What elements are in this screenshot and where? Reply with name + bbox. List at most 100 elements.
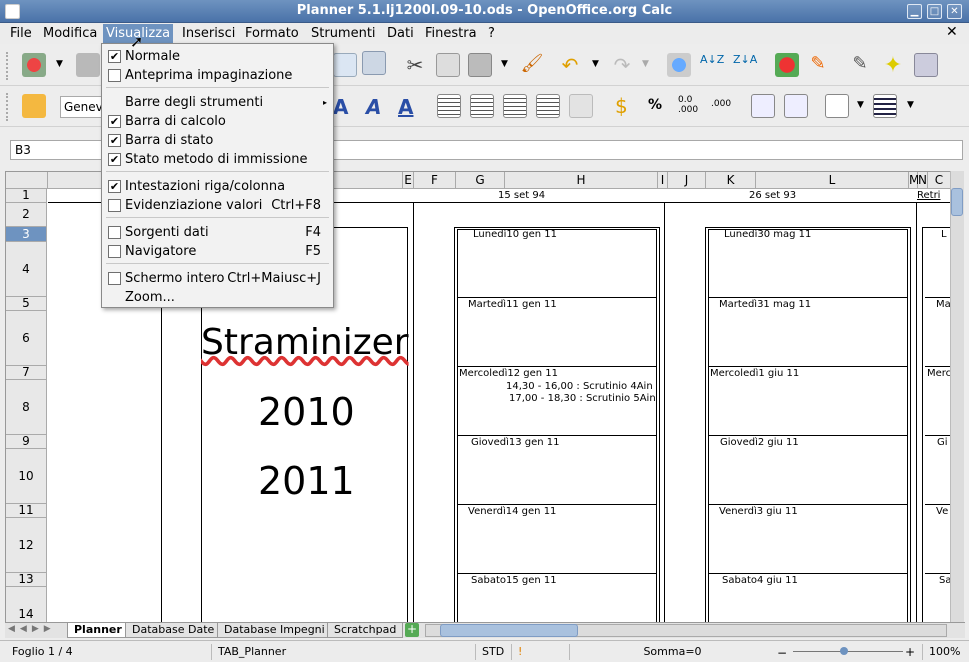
zoom-out-icon[interactable]: − — [777, 646, 787, 660]
status-zoom[interactable]: 100% — [922, 644, 968, 660]
row-header[interactable]: 1 — [6, 189, 47, 203]
row-header[interactable]: 8 — [6, 380, 47, 435]
chevron-down-icon[interactable]: ▼ — [592, 59, 599, 69]
line-style-icon[interactable] — [873, 94, 897, 118]
align-left-icon[interactable] — [437, 94, 461, 118]
tab-nav-arrows-icon[interactable]: ◀◀▶▶ — [8, 624, 56, 634]
sort-ascending-icon[interactable]: A↓Z — [700, 53, 724, 77]
open-folder-icon[interactable] — [76, 53, 100, 77]
italic-a-icon[interactable]: A — [366, 95, 381, 119]
format-paintbrush-icon[interactable]: 🖌 — [520, 53, 544, 77]
row-header[interactable]: 10 — [6, 449, 47, 504]
column-header-o[interactable]: C — [928, 172, 950, 189]
redo-icon[interactable]: ↷ — [610, 53, 634, 77]
menu-item-sorgenti-dati[interactable]: Sorgenti dati F4 — [102, 223, 333, 242]
sort-descending-icon[interactable]: Z↓A — [733, 53, 757, 77]
tab-scratchpad[interactable]: Scratchpad — [327, 623, 404, 638]
row-header[interactable]: 12 — [6, 518, 47, 573]
column-header-j[interactable]: J — [668, 172, 706, 189]
row-header[interactable]: 4 — [6, 242, 47, 297]
row-header[interactable]: 11 — [6, 504, 47, 518]
styles-icon[interactable] — [22, 94, 46, 118]
gallery-icon[interactable] — [914, 53, 938, 77]
zoom-slider[interactable] — [793, 651, 903, 652]
chart-icon[interactable] — [775, 53, 799, 77]
align-center-icon[interactable] — [470, 94, 494, 118]
bold-a-icon[interactable]: A — [333, 95, 348, 119]
formula-input[interactable] — [318, 140, 963, 160]
close-icon[interactable]: ✕ — [947, 4, 962, 19]
chevron-down-icon[interactable]: ▼ — [857, 100, 864, 110]
row-header[interactable]: 6 — [6, 311, 47, 366]
menu-inserisci[interactable]: Inserisci — [179, 24, 238, 43]
find-replace-icon[interactable]: ✎ — [848, 53, 872, 77]
horizontal-scroll-thumb[interactable] — [440, 624, 578, 637]
row-header[interactable]: 9 — [6, 435, 47, 449]
spellcheck-icon[interactable] — [333, 53, 357, 77]
add-sheet-icon[interactable]: + — [405, 623, 419, 637]
row-header[interactable]: 14 — [6, 587, 47, 622]
menu-file[interactable]: File — [7, 24, 35, 43]
justify-icon[interactable] — [536, 94, 560, 118]
menu-formato[interactable]: Formato — [242, 24, 302, 43]
status-selection-mode[interactable]: STD — [475, 644, 511, 660]
status-page-style[interactable]: TAB_Planner — [211, 644, 426, 660]
underline-a-icon[interactable]: A — [398, 95, 413, 119]
menu-item-intestazioni[interactable]: ✔ Intestazioni riga/colonna — [102, 177, 333, 196]
navigator-icon[interactable]: ✦ — [881, 53, 905, 78]
column-header-f[interactable]: F — [414, 172, 456, 189]
chevron-down-icon[interactable]: ▼ — [56, 59, 63, 69]
add-decimal-icon[interactable]: 0.0 .000 — [678, 95, 698, 115]
tab-database-impegni[interactable]: Database Impegni — [217, 623, 332, 638]
row-header[interactable]: 5 — [6, 297, 47, 311]
menu-item-zoom[interactable]: Zoom... — [102, 288, 333, 307]
name-box[interactable]: B3 — [10, 140, 102, 160]
row-header[interactable]: 13 — [6, 573, 47, 587]
menu-item-schermo-intero[interactable]: Schermo intero Ctrl+Maiusc+J — [102, 269, 333, 288]
chevron-down-icon[interactable]: ▼ — [907, 100, 914, 110]
vertical-scroll-thumb[interactable] — [951, 188, 963, 216]
chevron-down-icon[interactable]: ▼ — [501, 59, 508, 69]
tab-database-date[interactable]: Database Date — [125, 623, 222, 638]
menu-item-stato-immissione[interactable]: ✔ Stato metodo di immissione — [102, 150, 333, 169]
decrease-indent-icon[interactable] — [751, 94, 775, 118]
row-header-selected[interactable]: 3 — [6, 227, 47, 242]
zoom-slider-thumb[interactable] — [840, 647, 848, 655]
undo-icon[interactable]: ↶ — [558, 53, 582, 77]
currency-icon[interactable]: $ — [615, 94, 628, 118]
menu-item-barre-strumenti[interactable]: Barre degli strumenti ▸ — [102, 93, 333, 112]
zoom-in-icon[interactable]: + — [905, 645, 915, 659]
font-name-combobox[interactable]: Genev — [60, 96, 105, 118]
align-right-icon[interactable] — [503, 94, 527, 118]
menu-help[interactable]: ? — [485, 24, 498, 43]
column-header-m[interactable]: M — [909, 172, 919, 189]
menu-item-navigatore[interactable]: Navigatore F5 — [102, 242, 333, 261]
menu-item-anteprima[interactable]: Anteprima impaginazione — [102, 66, 333, 85]
tab-planner[interactable]: Planner — [67, 623, 129, 638]
row-header[interactable]: 7 — [6, 366, 47, 380]
menu-dati[interactable]: Dati — [384, 24, 417, 43]
column-header-l[interactable]: L — [756, 172, 909, 189]
column-header-g[interactable]: G — [456, 172, 505, 189]
menu-item-barra-stato[interactable]: ✔ Barra di stato — [102, 131, 333, 150]
toolbar-grip[interactable] — [6, 93, 11, 121]
autospellcheck-icon[interactable] — [362, 51, 386, 75]
borders-icon[interactable] — [825, 94, 849, 118]
draw-functions-icon[interactable]: ✎ — [806, 53, 830, 77]
column-header-n[interactable]: N — [918, 172, 928, 189]
cut-icon[interactable]: ✂ — [403, 53, 427, 77]
toolbar-grip[interactable] — [6, 52, 11, 80]
hyperlink-icon[interactable] — [667, 53, 691, 77]
column-header-h[interactable]: H — [505, 172, 658, 189]
menu-modifica[interactable]: Modifica — [40, 24, 100, 43]
close-document-icon[interactable]: ✕ — [946, 24, 958, 40]
column-header-k[interactable]: K — [706, 172, 756, 189]
minimize-icon[interactable]: ▁ — [907, 4, 922, 19]
menu-item-evidenziazione[interactable]: Evidenziazione valori Ctrl+F8 — [102, 196, 333, 215]
menu-finestra[interactable]: Finestra — [422, 24, 480, 43]
column-header-e[interactable]: E — [403, 172, 414, 189]
delete-decimal-icon[interactable]: .000 — [711, 99, 731, 109]
paste-icon[interactable] — [468, 53, 492, 77]
vertical-scrollbar[interactable] — [950, 171, 964, 622]
chevron-down-icon[interactable]: ▼ — [642, 59, 649, 69]
